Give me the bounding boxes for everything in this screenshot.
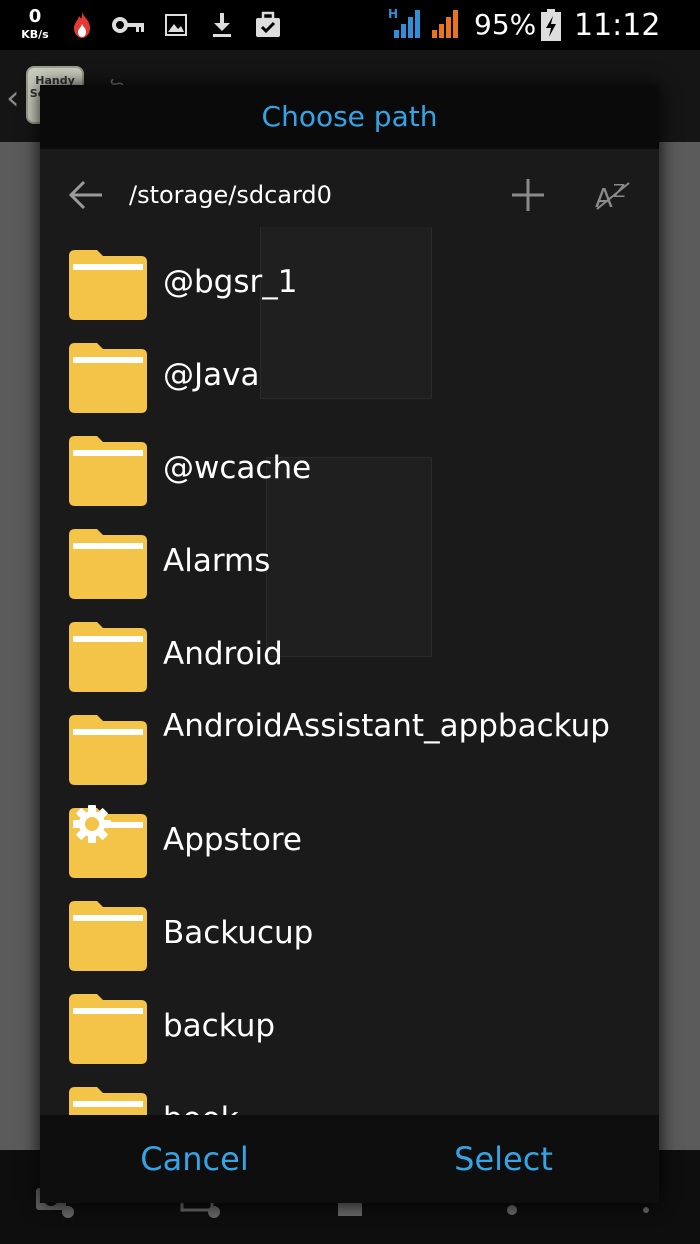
settings-gear-icon[interactable] <box>71 803 113 845</box>
current-path: /storage/sdcard0 <box>129 181 332 209</box>
list-item[interactable]: book <box>40 1072 659 1117</box>
dialog-title: Choose path <box>261 100 438 133</box>
list-item[interactable]: backup <box>40 979 659 1072</box>
select-button[interactable]: Select <box>349 1115 658 1203</box>
folder-icon <box>69 250 147 320</box>
network-speed-unit: KB/s <box>21 28 49 41</box>
clock-time: 11:12 <box>574 8 661 43</box>
network-speed-value: 0 <box>28 6 42 27</box>
folder-icon <box>69 436 147 506</box>
folder-icon <box>69 994 147 1064</box>
sort-az-icon[interactable]: A Z <box>595 177 635 217</box>
download-icon <box>213 13 231 37</box>
cancel-button[interactable]: Cancel <box>40 1115 349 1203</box>
folder-icon <box>69 343 147 413</box>
battery-charging-icon <box>541 9 561 41</box>
folder-name: @wcache <box>163 450 312 486</box>
folder-name: Android <box>163 636 283 672</box>
folder-icon <box>69 1087 147 1117</box>
folder-name: @bgsr_1 <box>163 264 298 300</box>
folder-name: @Java <box>163 357 260 393</box>
svg-text:H: H <box>388 7 398 21</box>
list-item[interactable]: AndroidAssistant_appbackup <box>40 700 659 793</box>
folder-name: AndroidAssistant_appbackup <box>163 708 610 744</box>
list-item[interactable]: Appstore <box>40 793 659 886</box>
folder-name: Backucup <box>163 915 314 951</box>
list-item[interactable]: @Java <box>40 328 659 421</box>
dialog-button-bar: Cancel Select <box>40 1115 659 1203</box>
back-arrow-icon[interactable] <box>66 175 106 215</box>
dialog-header: Choose path <box>40 85 659 149</box>
folder-icon <box>69 622 147 692</box>
network-speed: 0 KB/s <box>18 6 52 41</box>
folder-name: backup <box>163 1008 276 1044</box>
list-item[interactable]: @wcache <box>40 421 659 514</box>
choose-path-dialog: Choose path /storage/sdcard0 A Z @bgsr_1… <box>40 85 659 1203</box>
folder-name: Appstore <box>163 822 302 858</box>
signal-h-icon: H <box>388 7 420 38</box>
folder-icon <box>69 901 147 971</box>
path-bar: /storage/sdcard0 A Z <box>40 165 659 227</box>
list-item[interactable]: Alarms <box>40 514 659 607</box>
list-item[interactable]: @bgsr_1 <box>40 235 659 328</box>
battery-percentage: 95% <box>474 8 537 41</box>
back-chevron-icon: ‹ <box>6 78 20 118</box>
new-folder-plus-icon[interactable] <box>508 175 548 215</box>
briefcase-check-icon <box>256 11 280 37</box>
status-bar: 0 KB/s H 95% 11:12 <box>0 0 700 75</box>
folder-name: Alarms <box>163 543 271 579</box>
list-item[interactable]: Android <box>40 607 659 700</box>
signal-icon <box>432 10 458 38</box>
flame-icon <box>74 12 90 38</box>
key-icon <box>112 17 144 33</box>
folder-icon <box>69 715 147 785</box>
folder-icon <box>69 529 147 599</box>
image-icon <box>165 14 187 36</box>
folder-list[interactable]: @bgsr_1 @Java @wcache Alarms Android And… <box>40 227 659 1117</box>
list-item[interactable]: Backucup <box>40 886 659 979</box>
